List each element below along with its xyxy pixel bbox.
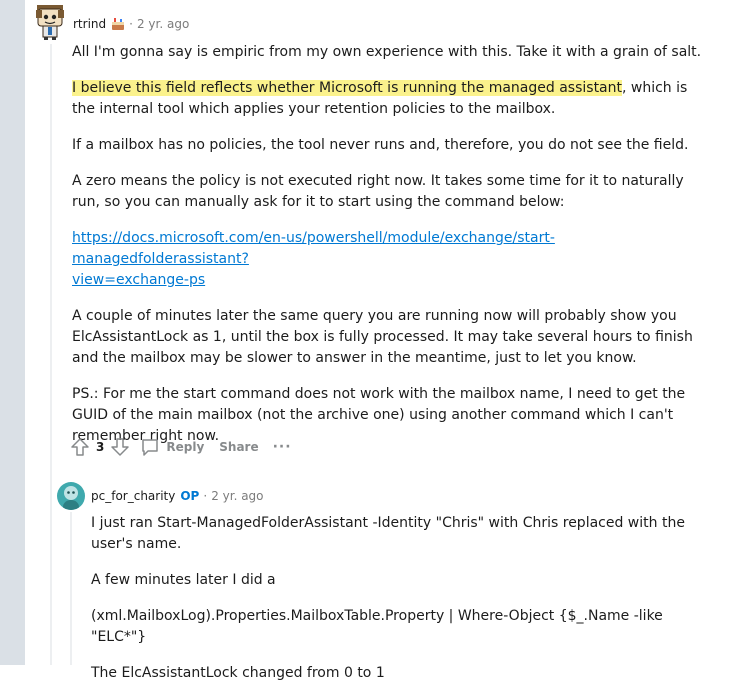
link-line[interactable]: https://docs.microsoft.com/en-us/powersh… <box>72 230 555 267</box>
op-badge: OP <box>180 489 200 503</box>
reply-timestamp[interactable]: 2 yr. ago <box>211 489 263 503</box>
left-rail <box>0 0 25 665</box>
reply-thread-line[interactable] <box>70 512 72 665</box>
link-line[interactable]: view=exchange-ps <box>72 272 205 288</box>
vote-count: 3 <box>96 440 105 454</box>
reply-body: I just ran Start-ManagedFolderAssistant … <box>91 513 711 699</box>
paragraph: A few minutes later I did a <box>91 572 276 588</box>
paragraph: All I'm gonna say is empiric from my own… <box>72 44 702 60</box>
downvote-icon[interactable] <box>110 437 130 457</box>
paragraph: I believe this field reflects whether Mi… <box>72 78 712 120</box>
upvote-icon[interactable] <box>70 437 90 457</box>
paragraph: https://docs.microsoft.com/en-us/powersh… <box>72 228 712 291</box>
comment-actions: 3 Reply Share ··· <box>70 436 292 458</box>
docs-link[interactable]: https://docs.microsoft.com/en-us/powersh… <box>72 230 555 288</box>
reply-label: Reply <box>166 440 205 454</box>
paragraph: A zero means the policy is not executed … <box>72 173 684 210</box>
comment-body: All I'm gonna say is empiric from my own… <box>72 42 712 462</box>
highlighted-text: I believe this field reflects whether Mi… <box>72 80 622 96</box>
snoo-avatar-icon <box>36 5 64 40</box>
reply-meta: pc_for_charity OP · 2 yr. ago <box>91 489 264 503</box>
reply-button[interactable]: Reply <box>140 437 204 457</box>
paragraph: I just ran Start-ManagedFolderAssistant … <box>91 515 685 552</box>
meta-separator: · <box>203 489 208 503</box>
share-label: Share <box>219 440 259 454</box>
comment-bubble-icon <box>140 437 160 457</box>
reply-username[interactable]: pc_for_charity <box>91 489 175 503</box>
timestamp[interactable]: 2 yr. ago <box>137 17 189 31</box>
share-button[interactable]: Share <box>219 440 258 454</box>
comment-meta: rtrind · 2 yr. ago <box>73 17 189 31</box>
thread-line[interactable] <box>50 44 52 665</box>
username[interactable]: rtrind <box>73 17 106 31</box>
paragraph: The ElcAssistantLock changed from 0 to 1 <box>91 665 385 681</box>
paragraph: (xml.MailboxLog).Properties.MailboxTable… <box>91 608 663 645</box>
paragraph: A couple of minutes later the same query… <box>72 308 693 366</box>
reply-avatar[interactable] <box>57 482 85 510</box>
snoo-avatar-icon <box>63 486 79 510</box>
more-options-button[interactable]: ··· <box>273 439 292 455</box>
flair-icon <box>111 17 125 31</box>
avatar[interactable] <box>34 4 66 40</box>
meta-separator: · <box>129 17 133 31</box>
paragraph: If a mailbox has no policies, the tool n… <box>72 137 689 153</box>
